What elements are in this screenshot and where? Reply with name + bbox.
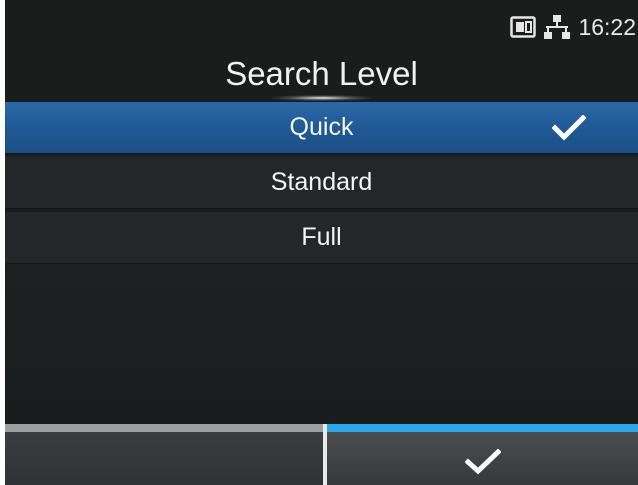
check-icon	[552, 115, 586, 141]
clock-time: 16:22	[578, 13, 636, 40]
empty-list-area	[5, 264, 638, 424]
option-label: Standard	[270, 168, 373, 196]
printer-display: 16:22 Search Level Quick Standard Full	[5, 0, 638, 485]
softkey-divider	[323, 424, 327, 485]
check-icon	[464, 449, 501, 475]
confirm-softkey[interactable]	[327, 424, 638, 485]
option-standard[interactable]: Standard	[5, 157, 638, 209]
storage-icon	[510, 16, 537, 38]
option-full[interactable]: Full	[5, 212, 638, 264]
softkey-left[interactable]	[5, 424, 323, 485]
page-header: Search Level	[5, 48, 638, 101]
option-quick[interactable]: Quick	[5, 102, 638, 154]
network-icon	[544, 15, 571, 39]
softkey-bar	[5, 424, 638, 485]
title-underline	[271, 95, 372, 101]
status-bar: 16:22	[510, 0, 638, 54]
option-label: Quick	[289, 113, 354, 141]
page-title: Search Level	[225, 55, 418, 92]
option-list: Quick Standard Full	[5, 102, 638, 267]
option-label: Full	[301, 223, 342, 251]
